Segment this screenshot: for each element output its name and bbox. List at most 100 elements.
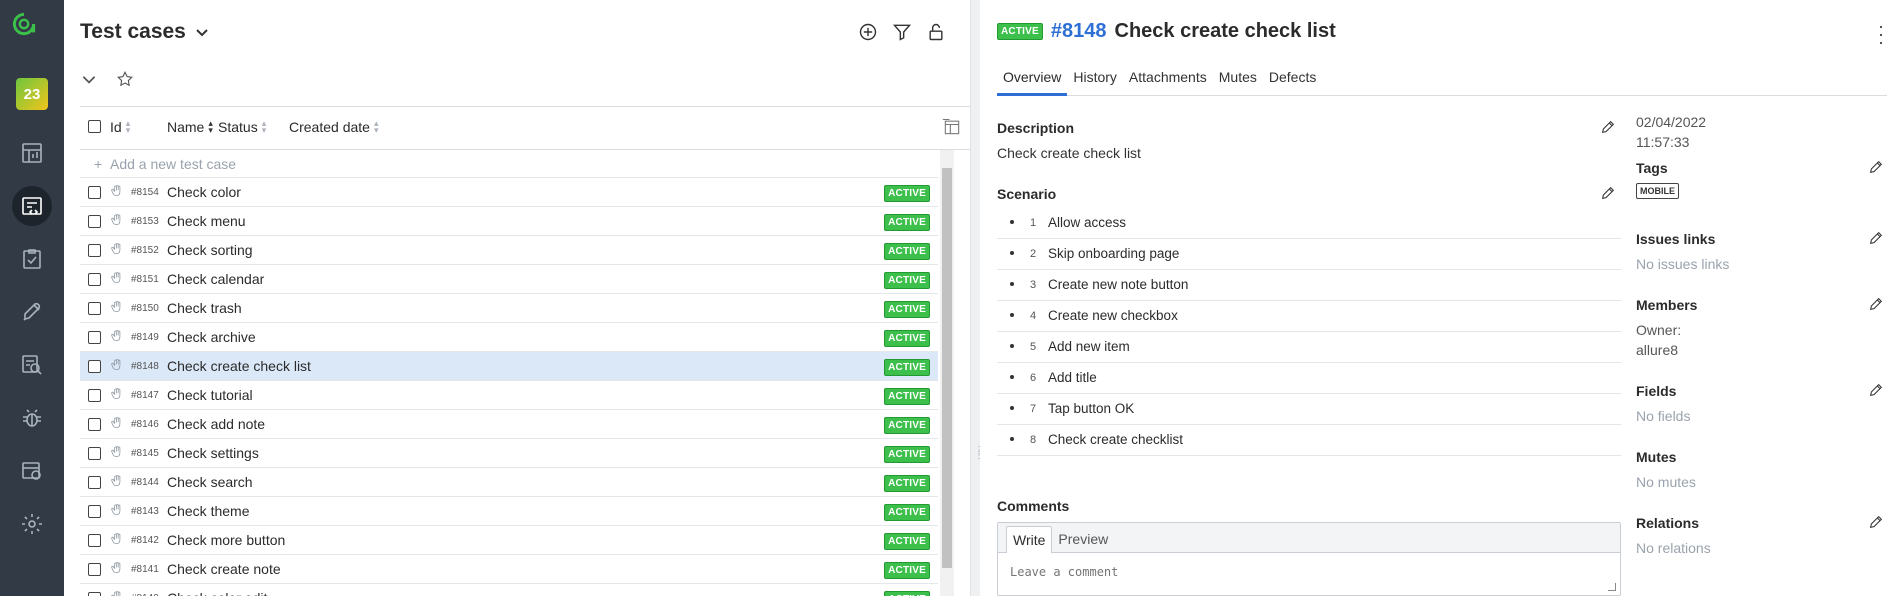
status-badge: ACTIVE [884,504,930,521]
status-badge: ACTIVE [884,533,930,550]
table-row[interactable]: #8143 Check theme ACTIVE [80,497,938,526]
select-all-checkbox[interactable] [88,120,101,133]
settings-gear-icon[interactable] [12,504,52,544]
table-row[interactable]: #8149 Check archive ACTIVE [80,323,938,352]
row-checkbox[interactable] [88,360,101,373]
row-checkbox[interactable] [88,505,101,518]
step-number: 2 [1030,248,1037,260]
launches-icon[interactable] [12,292,52,332]
column-header-id[interactable]: Id ▴ ▾ [110,119,130,136]
project-avatar[interactable]: 23 [16,78,48,110]
dashboards-icon[interactable] [12,133,52,173]
row-checkbox[interactable] [88,273,101,286]
scenario-step[interactable]: 3 Create new note button [997,270,1621,301]
row-checkbox[interactable] [88,331,101,344]
comment-write-tab[interactable]: Write [1006,526,1053,553]
scrollbar-thumb[interactable] [942,168,952,568]
comment-input[interactable] [1010,565,1600,579]
edit-issues-pencil-icon[interactable] [1868,230,1884,246]
edit-tags-pencil-icon[interactable] [1868,159,1884,175]
row-checkbox[interactable] [88,447,101,460]
scenario-step[interactable]: 1 Allow access [997,208,1621,239]
filter-icon[interactable] [890,20,914,44]
scenario-step[interactable]: 6 Add title [997,363,1621,394]
tab-attachments[interactable]: Attachments [1123,67,1213,96]
row-checkbox[interactable] [88,215,101,228]
panel-splitter[interactable]: ⋮ ⋮ [970,0,984,596]
test-case-name: Check color [167,184,241,200]
scenario-step[interactable]: 4 Create new checkbox [997,301,1621,332]
row-checkbox[interactable] [88,389,101,402]
manual-test-hand-icon [110,242,124,259]
scenario-step[interactable]: 8 Check create checklist [997,425,1621,456]
row-checkbox[interactable] [88,244,101,257]
allure-logo-icon[interactable] [12,12,52,52]
table-row[interactable]: #8148 Check create check list ACTIVE [80,352,938,381]
scrollbar[interactable] [940,150,954,596]
table-row[interactable]: #8142 Check more button ACTIVE [80,526,938,555]
scenario-step[interactable]: 7 Tap button OK [997,394,1621,425]
column-header-created-date[interactable]: Created date ▴ ▾ [289,118,379,136]
table-row[interactable]: #8154 Check color ACTIVE [80,178,938,207]
detail-tabs: Overview History Attachments Mutes Defec… [997,67,1887,96]
more-menu-icon[interactable]: · · · [1878,17,1884,51]
edit-description-pencil-icon[interactable] [1600,119,1616,135]
sort-icon: ▴ ▾ [373,118,379,135]
jobs-icon[interactable] [12,451,52,491]
edit-members-pencil-icon[interactable] [1868,296,1884,312]
row-checkbox[interactable] [88,476,101,489]
resize-handle-icon[interactable] [1608,583,1616,591]
collapse-chevron-icon[interactable] [80,70,98,88]
test-case-id: #8150 [131,303,159,314]
table-row[interactable]: #8145 Check settings ACTIVE [80,439,938,468]
table-row[interactable]: #8150 Check trash ACTIVE [80,294,938,323]
add-test-case-input[interactable]: + Add a new test case [80,150,938,178]
tab-overview[interactable]: Overview [997,67,1068,96]
column-header-name[interactable]: Name ▴ ▾ [167,119,213,136]
row-checkbox[interactable] [88,534,101,547]
status-badge: ACTIVE [884,330,930,347]
table-row[interactable]: #8147 Check tutorial ACTIVE [80,381,938,410]
row-checkbox[interactable] [88,592,101,596]
table-row[interactable]: #8144 Check search ACTIVE [80,468,938,497]
table-row[interactable]: #8153 Check menu ACTIVE [80,207,938,236]
row-checkbox[interactable] [88,186,101,199]
status-badge: ACTIVE [884,446,930,463]
table-row[interactable]: #8152 Check sorting ACTIVE [80,236,938,265]
scenario-step[interactable]: 5 Add new item [997,332,1621,363]
row-checkbox[interactable] [88,418,101,431]
analytics-icon[interactable] [12,345,52,385]
table-row[interactable]: #8141 Check create note ACTIVE [80,555,938,584]
tag-badge[interactable]: MOBILE [1636,183,1679,199]
column-header-status[interactable]: Status ▴ ▾ [218,119,266,136]
test-case-id: #8145 [131,448,159,459]
page-title[interactable]: Test cases [80,20,210,44]
row-checkbox[interactable] [88,302,101,315]
test-case-id: #8146 [131,419,159,430]
test-plans-icon[interactable] [12,239,52,279]
comment-preview-tab[interactable]: Preview [1052,526,1114,552]
mutes-value: No mutes [1636,474,1696,490]
edit-fields-pencil-icon[interactable] [1868,382,1884,398]
column-settings-icon[interactable] [942,117,962,140]
scenario-step[interactable]: 2 Skip onboarding page [997,239,1621,270]
manual-test-hand-icon [110,300,124,317]
edit-scenario-pencil-icon[interactable] [1600,185,1616,201]
tab-mutes[interactable]: Mutes [1213,67,1263,96]
add-circle-icon[interactable] [856,20,880,44]
defects-bug-icon[interactable] [12,398,52,438]
unlock-icon[interactable] [924,20,948,44]
tab-defects[interactable]: Defects [1263,67,1322,96]
tab-history[interactable]: History [1067,67,1123,96]
status-badge: ACTIVE [884,214,930,231]
star-icon[interactable] [116,70,134,88]
test-cases-icon[interactable] [12,186,52,226]
table-row[interactable]: #8146 Check add note ACTIVE [80,410,938,439]
members-label: Members [1636,297,1698,313]
test-case-name: Check trash [167,300,242,316]
scenario-label: Scenario [997,186,1057,202]
row-checkbox[interactable] [88,563,101,576]
table-row[interactable]: #8140Check color editACTIVE [80,584,938,596]
edit-relations-pencil-icon[interactable] [1868,514,1884,530]
table-row[interactable]: #8151 Check calendar ACTIVE [80,265,938,294]
